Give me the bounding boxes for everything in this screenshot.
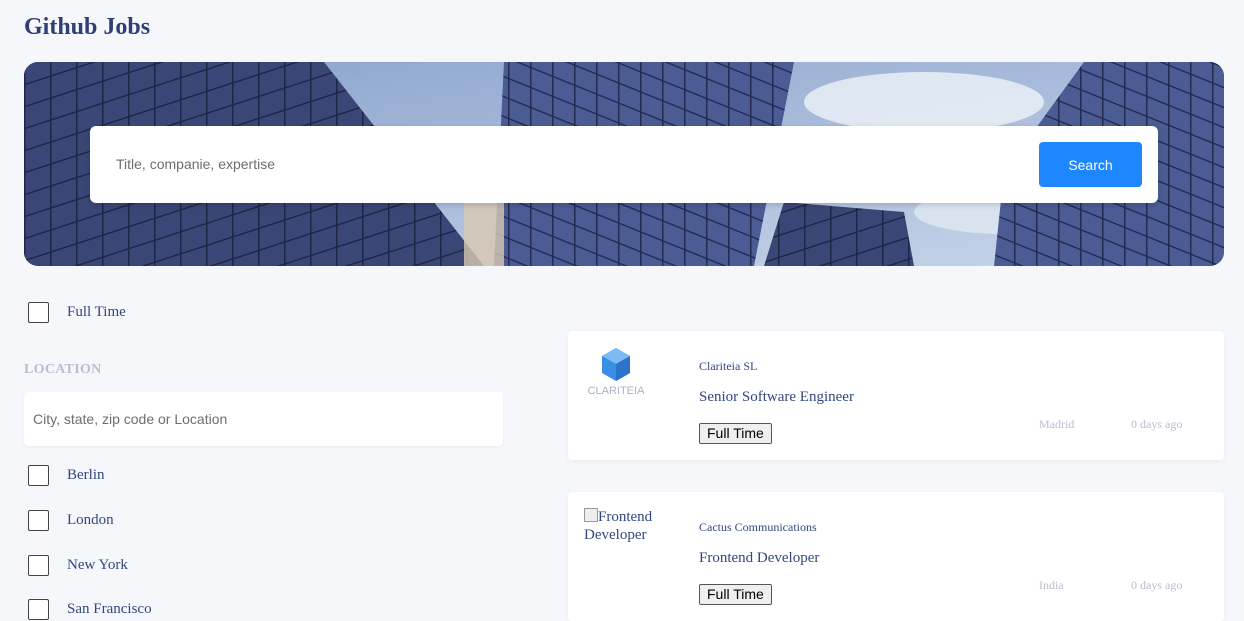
location-heading: LOCATION xyxy=(24,362,102,377)
location-option-london[interactable]: London xyxy=(28,510,114,531)
location-option-label: New York xyxy=(67,557,128,573)
location-checkbox[interactable] xyxy=(28,465,49,486)
location-field xyxy=(24,392,503,446)
location-option-label: Berlin xyxy=(67,467,105,483)
app-title: Github Jobs xyxy=(24,14,151,40)
job-title[interactable]: Frontend Developer xyxy=(699,550,819,567)
job-card[interactable]: CLARITEIA Clariteia SL Senior Software E… xyxy=(568,331,1224,460)
location-option-label: London xyxy=(67,512,114,528)
location-option-label: San Francisco xyxy=(67,601,152,617)
broken-image-icon xyxy=(584,508,598,522)
job-title[interactable]: Senior Software Engineer xyxy=(699,389,854,406)
location-option-san-francisco[interactable]: San Francisco xyxy=(28,599,152,620)
company-name: Clariteia SL xyxy=(699,359,758,373)
search-button[interactable]: Search xyxy=(1039,142,1142,187)
full-time-checkbox[interactable] xyxy=(28,302,49,323)
job-location: Madrid xyxy=(1039,417,1075,431)
job-card[interactable]: Frontend Developer Cactus Communications… xyxy=(568,492,1224,621)
location-option-new-york[interactable]: New York xyxy=(28,555,128,576)
search-box: Search xyxy=(90,126,1158,203)
job-posted-date: 0 days ago xyxy=(1131,417,1183,431)
company-logo: Frontend Developer xyxy=(584,508,664,544)
location-option-berlin[interactable]: Berlin xyxy=(28,465,105,486)
hero-banner: Search xyxy=(24,62,1224,266)
company-logo-text: CLARITEIA xyxy=(588,385,646,397)
company-name: Cactus Communications xyxy=(699,520,817,534)
search-input[interactable] xyxy=(102,146,1030,182)
location-checkbox[interactable] xyxy=(28,510,49,531)
location-checkbox[interactable] xyxy=(28,599,49,620)
job-location: India xyxy=(1039,578,1064,592)
job-posted-date: 0 days ago xyxy=(1131,578,1183,592)
location-input[interactable] xyxy=(24,392,503,446)
company-logo: CLARITEIA xyxy=(588,348,646,397)
full-time-label: Full Time xyxy=(67,304,126,320)
job-type-badge: Full Time xyxy=(699,584,772,605)
location-checkbox[interactable] xyxy=(28,555,49,576)
job-type-badge: Full Time xyxy=(699,423,772,444)
full-time-filter[interactable]: Full Time xyxy=(28,302,126,323)
